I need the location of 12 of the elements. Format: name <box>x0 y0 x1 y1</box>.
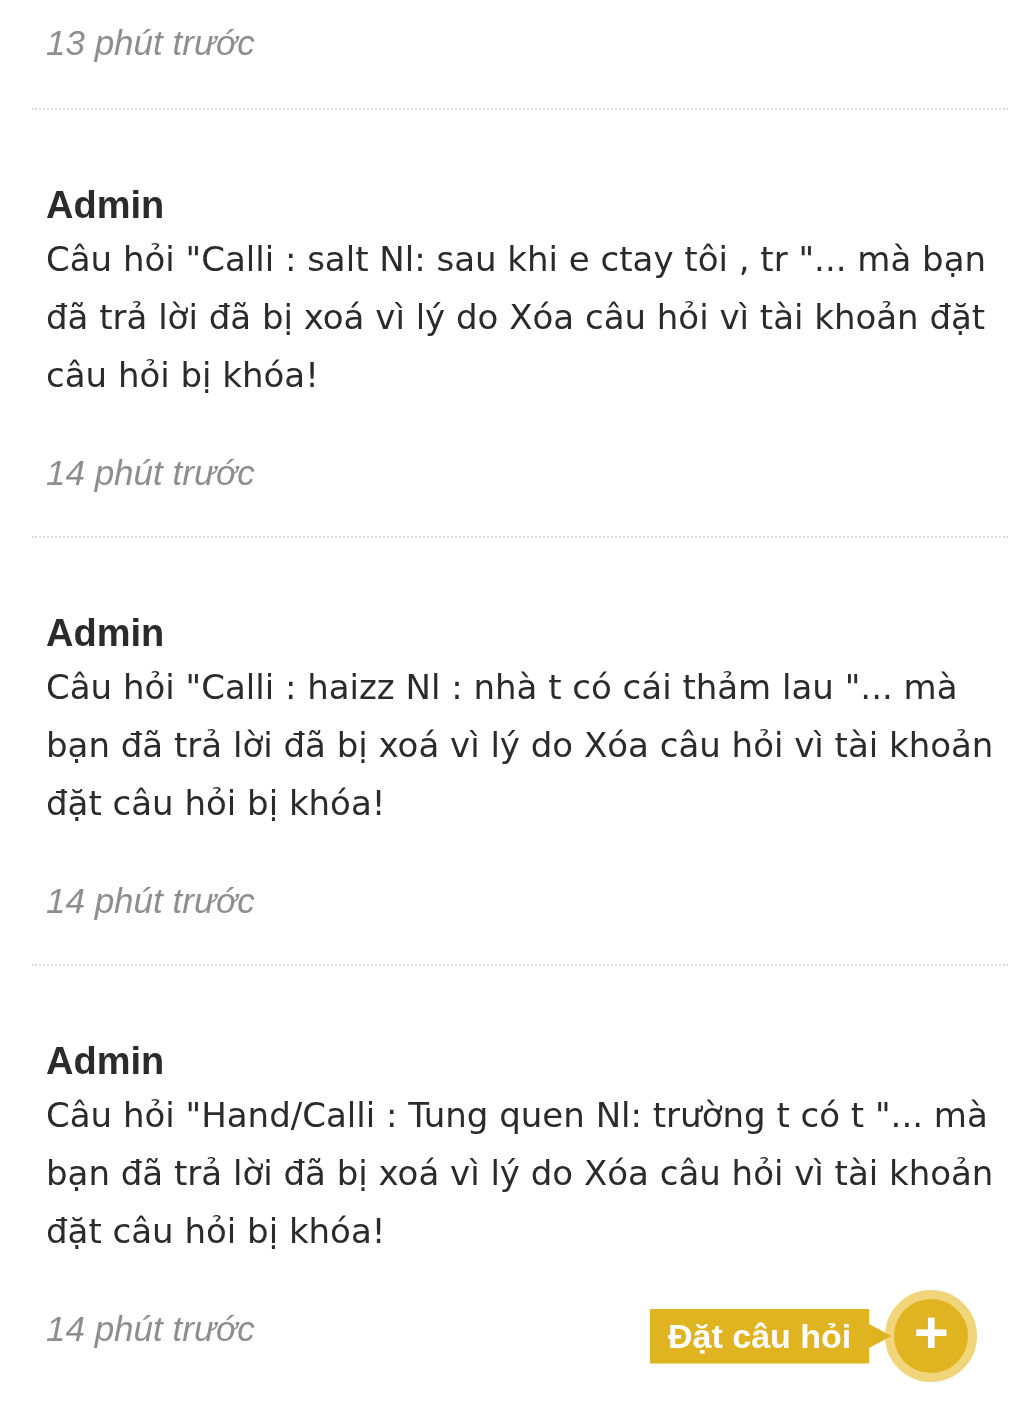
notification-message: Câu hỏi "Hand/Calli : Tung quen Nl: trường t có t "... mà bạn đã trả lời đã bị xoá vì lý do Xóa câu hỏi vì tài khoản đặt câu hỏi bị khóa! <box>46 1094 995 1253</box>
notification-time: 14 phút trước <box>46 880 255 922</box>
author-name: Admin <box>46 183 165 228</box>
author-name: Admin <box>46 611 165 656</box>
notification-time: 13 phút trước <box>46 22 255 64</box>
notification-time: 14 phút trước <box>46 1308 255 1350</box>
notification-time: 14 phút trước <box>46 452 255 494</box>
add-button[interactable]: + <box>885 1290 978 1382</box>
author-name: Admin <box>46 1039 165 1084</box>
notification-message: Câu hỏi "Calli : salt Nl: sau khi e ctay tôi , tr "... mà bạn đã trả lời đã bị xoá vì lý do Xóa câu hỏi vì tài khoản đặt câu hỏi bị khóa! <box>46 238 988 397</box>
ask-question-button[interactable]: Đặt câu hỏi <box>650 1308 892 1364</box>
notification-message: Câu hỏi "Calli : haizz Nl : nhà t có cái thảm lau "... mà bạn đã trả lời đã bị xoá vì lý do Xóa câu hỏi vì tài khoản đặt câu hỏi bị khóa! <box>46 666 995 825</box>
